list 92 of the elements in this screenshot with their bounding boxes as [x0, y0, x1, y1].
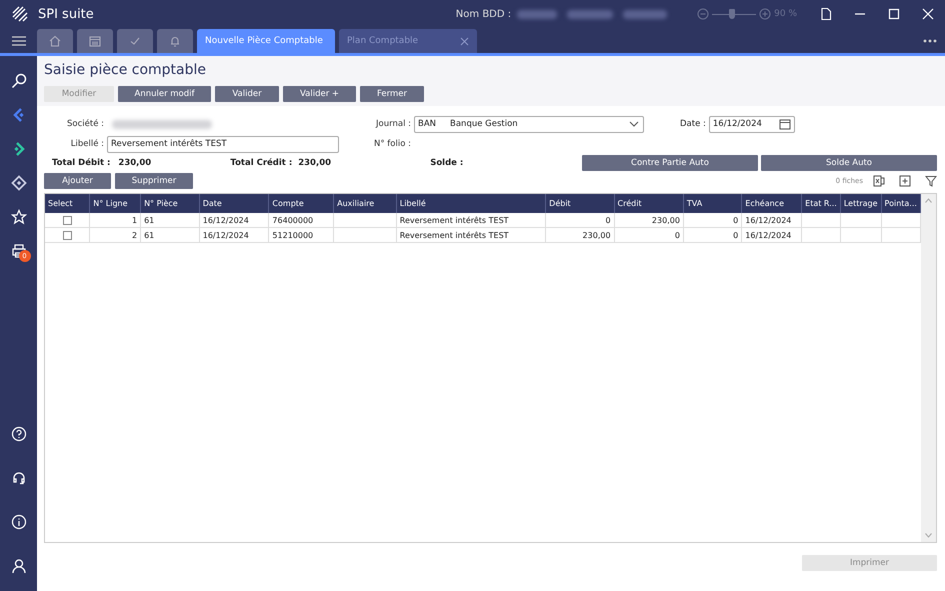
auto-button[interactable]: Contre Partie Auto: [582, 155, 758, 171]
total-credit-value: 230,00: [298, 158, 332, 168]
table-cell: 61: [144, 230, 154, 240]
table-cell: 1: [132, 216, 138, 224]
tab[interactable]: [77, 29, 113, 53]
zoom-in-icon[interactable]: [759, 8, 772, 20]
help-icon: [10, 426, 26, 442]
table-cell: 230,00: [582, 230, 611, 240]
table-cell: 76400000: [272, 216, 314, 224]
table-cell: 51210000: [272, 230, 314, 240]
column-header[interactable]: Débit: [546, 194, 614, 213]
balance-label: Solde :: [430, 158, 464, 168]
column-header[interactable]: Date: [199, 194, 269, 213]
filter-icon[interactable]: [925, 175, 937, 187]
printer-icon: [10, 243, 26, 259]
column-header[interactable]: Pointa...: [881, 194, 920, 213]
tab[interactable]: [157, 29, 193, 53]
row-action-button[interactable]: Supprimer: [115, 173, 193, 189]
row-checkbox[interactable]: [62, 230, 72, 240]
close-icon: [922, 8, 934, 20]
star-icon: [10, 209, 26, 225]
table-cell: 16/12/2024: [202, 216, 249, 224]
column-header[interactable]: Compte: [268, 194, 334, 213]
table-cell: 16/12/2024: [745, 230, 792, 240]
info-icon: [10, 514, 26, 530]
field-label: Société :: [66, 119, 104, 129]
logo-icon: [12, 6, 28, 22]
column-header[interactable]: Etat R...: [802, 194, 840, 213]
calendar-icon[interactable]: [778, 118, 791, 130]
column-header[interactable]: Lettrage: [840, 194, 882, 213]
maximize-icon: [888, 8, 900, 20]
toolbar-button[interactable]: Valider: [215, 86, 279, 102]
headset-icon: [10, 470, 26, 486]
menu-icon: [12, 34, 26, 46]
table-cell: 0: [733, 216, 738, 224]
toolbar-button[interactable]: Valider +: [283, 86, 356, 102]
more-icon[interactable]: [923, 38, 937, 42]
column-header[interactable]: N° Ligne: [90, 194, 141, 213]
toolbar-button[interactable]: Fermer: [360, 86, 424, 102]
auto-button[interactable]: Solde Auto: [761, 155, 937, 171]
column-header[interactable]: Crédit: [614, 194, 684, 213]
journal-code: BAN: [418, 119, 436, 129]
search-icon: [10, 73, 26, 89]
column-header[interactable]: TVA: [683, 194, 742, 213]
database-label: Nom BDD :: [456, 8, 512, 20]
field-label: Date :: [680, 119, 706, 129]
field-label: Libellé :: [70, 139, 104, 149]
journal-dropdown[interactable]: BAN Banque Gestion: [414, 116, 644, 132]
row-action-button[interactable]: Ajouter: [44, 173, 111, 189]
blurred-text: [517, 10, 558, 18]
table-cell: Reversement intérêts TEST: [400, 216, 509, 224]
total-debit-value: 230,00: [118, 158, 152, 168]
total-debit-label: Total Débit :: [52, 158, 110, 168]
label-field[interactable]: Reversement intérêts TEST: [107, 136, 339, 152]
field-label: Journal :: [374, 119, 411, 129]
column-header[interactable]: Libellé: [396, 194, 546, 213]
blurred-text: [567, 10, 614, 18]
table-cell: 0: [605, 216, 611, 224]
toolbar-button[interactable]: Annuler modif: [118, 86, 211, 102]
calendar-icon: [88, 34, 102, 48]
table-cell: 0: [733, 230, 738, 240]
slider-thumb[interactable]: [728, 9, 735, 19]
diamond-icon: [10, 175, 26, 191]
table-cell: 16/12/2024: [202, 230, 249, 240]
bell-icon: [168, 34, 182, 48]
date-field[interactable]: 16/12/2024: [708, 116, 795, 132]
chevron-left-icon: [10, 107, 26, 123]
table-cell: 0: [674, 230, 680, 240]
user-icon: [10, 558, 26, 574]
row-checkbox[interactable]: [62, 216, 72, 224]
table-cell: 2: [132, 230, 138, 240]
home-icon: [48, 34, 62, 48]
column-header[interactable]: N° Pièce: [140, 194, 200, 213]
column-header[interactable]: Echéance: [742, 194, 802, 213]
table-cell: 230,00: [652, 216, 680, 224]
table-cell: 16/12/2024: [745, 216, 792, 224]
close-icon[interactable]: [460, 36, 469, 46]
total-credit-label: Total Crédit :: [230, 158, 292, 168]
zoom-out-icon[interactable]: [697, 8, 710, 20]
document-icon: [820, 8, 832, 20]
table-cell: Reversement intérêts TEST: [400, 230, 509, 240]
page-title: Saisie pièce comptable: [44, 62, 207, 78]
blurred-text: [623, 10, 668, 18]
app-title: SPI suite: [38, 6, 95, 22]
zoom-reading: 90 %: [774, 9, 797, 19]
column-header[interactable]: Select: [45, 194, 90, 213]
spreadsheet-icon[interactable]: [873, 175, 885, 187]
table-cell: 61: [144, 216, 154, 224]
add-icon[interactable]: [899, 175, 911, 187]
field-label: N° folio :: [374, 139, 411, 149]
column-header[interactable]: Auxiliaire: [334, 194, 396, 213]
journal-name: Banque Gestion: [450, 119, 519, 129]
